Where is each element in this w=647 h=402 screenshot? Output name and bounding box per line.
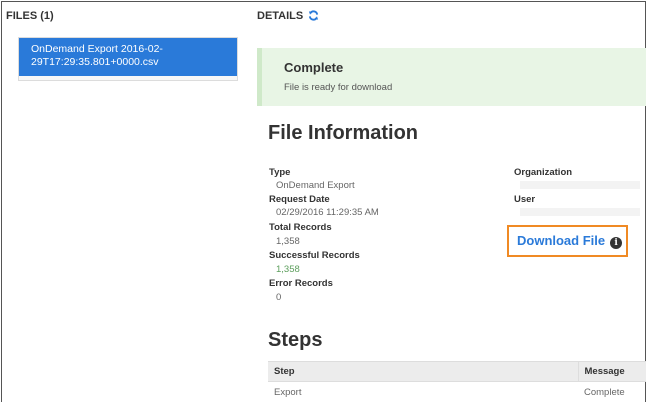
refresh-icon[interactable] [308,10,319,21]
download-file-label: Download File [517,233,606,248]
details-title: DETAILS [257,10,304,22]
successful-records-label: Successful Records [269,250,360,261]
files-header: FILES (1) [6,10,54,22]
type-value: OnDemand Export [276,180,355,191]
column-header-message: Message [577,361,646,382]
file-name-line-2: 29T17:29:35.801+0000.csv [31,56,159,68]
request-date-value: 02/29/2016 11:29:35 AM [276,207,379,218]
file-list-item[interactable]: OnDemand Export 2016-02- 29T17:29:35.801… [19,38,237,76]
error-records-label: Error Records [269,278,333,289]
organization-value-placeholder [520,181,640,189]
step-cell: Export [268,381,578,402]
type-label: Type [269,167,291,178]
message-cell: Complete [578,381,646,402]
file-information-title: File Information [268,122,418,144]
total-records-label: Total Records [269,222,332,233]
steps-header-row: Step Message [268,361,646,382]
details-header: DETAILS [257,10,319,22]
successful-records-value: 1,358 [276,264,300,275]
steps-table: Step Message Export Complete [268,361,646,402]
table-row: Export Complete [268,381,646,402]
column-header-step: Step [268,361,578,382]
steps-title: Steps [268,329,323,351]
total-records-value: 1,358 [276,236,300,247]
alert-title: Complete [284,60,344,75]
user-value-placeholder [520,208,640,216]
organization-label: Organization [514,167,573,178]
info-icon: i [610,237,623,249]
request-date-label: Request Date [269,194,330,205]
user-label: User [514,194,536,205]
error-records-value: 0 [276,292,282,303]
alert-text: File is ready for download [284,82,393,93]
status-alert [257,48,646,106]
file-name-line-1: OnDemand Export 2016-02- [31,43,163,55]
download-file-button[interactable]: Download File i [507,225,628,257]
